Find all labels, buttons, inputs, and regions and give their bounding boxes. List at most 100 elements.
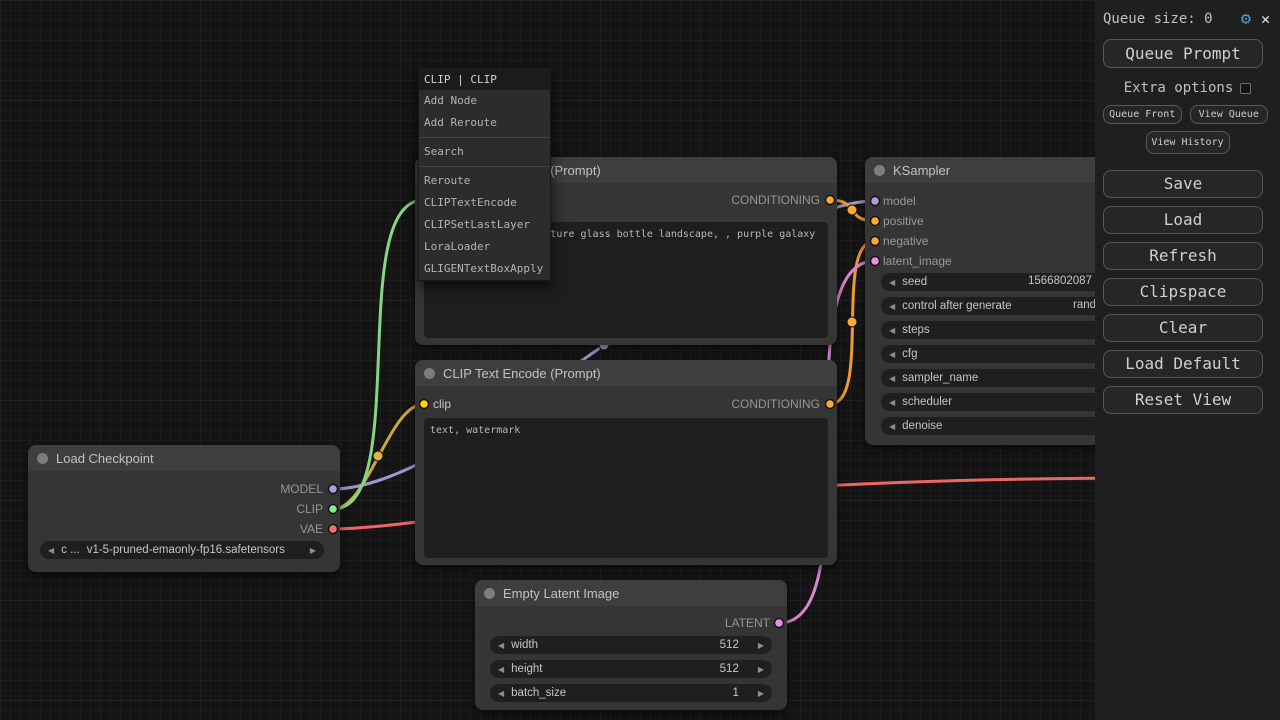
sampler-name-widget[interactable]: ◀ sampler_name — [881, 369, 1119, 387]
widget-label: cfg — [902, 348, 917, 360]
widget-label: control after generate — [902, 300, 1011, 312]
height-widget[interactable]: ◀ height 512 ▶ — [490, 660, 772, 678]
extra-options-label: Extra options — [1124, 80, 1234, 96]
link-midpoint-dot — [847, 205, 857, 215]
clear-button[interactable]: Clear — [1103, 314, 1263, 342]
menu-separator — [419, 166, 550, 167]
widget-label: width — [511, 639, 538, 651]
node-clip-text-encode-negative[interactable]: CLIP Text Encode (Prompt) clip CONDITION… — [415, 360, 837, 565]
slot-label-vae: VAE — [300, 521, 323, 537]
widget-value: 1 — [732, 687, 738, 699]
node-title-bar[interactable]: Empty Latent Image — [475, 580, 787, 606]
cfg-widget[interactable]: ◀ cfg — [881, 345, 1119, 363]
node-title-bar[interactable]: CLIP Text Encode (Prompt) — [415, 360, 837, 386]
node-title: KSampler — [893, 163, 950, 178]
node-load-checkpoint[interactable]: Load Checkpoint MODEL CLIP VAE ◀ c ... v… — [28, 445, 340, 572]
reset-view-button[interactable]: Reset View — [1103, 386, 1263, 414]
decrement-arrow-icon[interactable]: ◀ — [889, 350, 895, 359]
denoise-widget[interactable]: ◀ denoise — [881, 417, 1119, 435]
slot-label-conditioning: CONDITIONING — [731, 192, 820, 208]
steps-widget[interactable]: ◀ steps — [881, 321, 1119, 339]
scheduler-widget[interactable]: ◀ scheduler — [881, 393, 1119, 411]
wire-clip — [333, 404, 424, 509]
decrement-arrow-icon[interactable]: ◀ — [889, 278, 895, 287]
decrement-arrow-icon[interactable]: ◀ — [498, 665, 504, 674]
node-title: Empty Latent Image — [503, 586, 619, 601]
slot-label-model-input: model — [883, 193, 916, 209]
menu-item-gligentextboxapply[interactable]: GLIGENTextBoxApply — [419, 258, 550, 280]
clipspace-button[interactable]: Clipspace — [1103, 278, 1263, 306]
widget-value: v1-5-pruned-emaonly-fp16.safetensors — [87, 544, 285, 556]
node-title-bar[interactable]: Load Checkpoint — [28, 445, 340, 471]
widget-label: denoise — [902, 420, 942, 432]
menu-item-search[interactable]: Search — [419, 141, 550, 163]
slot-label-positive-input: positive — [883, 213, 924, 229]
widget-label: sampler_name — [902, 372, 978, 384]
ckpt-name-widget[interactable]: ◀ c ... v1-5-pruned-emaonly-fp16.safeten… — [40, 541, 324, 559]
node-collapse-dot[interactable] — [37, 453, 48, 464]
slot-label-conditioning: CONDITIONING — [731, 396, 820, 412]
control-after-generate-widget[interactable]: ◀ control after generate randomize — [881, 297, 1119, 315]
link-release-context-menu: CLIP | CLIP Add Node Add Reroute Search … — [418, 68, 551, 281]
decrement-arrow-icon[interactable]: ◀ — [889, 302, 895, 311]
node-graph-canvas[interactable]: Load Checkpoint MODEL CLIP VAE ◀ c ... v… — [0, 0, 1280, 720]
settings-gear-icon[interactable]: ⚙ — [1241, 9, 1251, 29]
decrement-arrow-icon[interactable]: ◀ — [889, 422, 895, 431]
queue-front-button[interactable]: Queue Front — [1103, 105, 1182, 124]
load-default-button[interactable]: Load Default — [1103, 350, 1263, 378]
increment-arrow-icon[interactable]: ▶ — [310, 546, 316, 555]
decrement-arrow-icon[interactable]: ◀ — [498, 641, 504, 650]
decrement-arrow-icon[interactable]: ◀ — [498, 689, 504, 698]
slot-label-model: MODEL — [280, 481, 323, 497]
load-button[interactable]: Load — [1103, 206, 1263, 234]
width-widget[interactable]: ◀ width 512 ▶ — [490, 636, 772, 654]
menu-item-loraloader[interactable]: LoraLoader — [419, 236, 550, 258]
node-title: Load Checkpoint — [56, 451, 154, 466]
widget-label: height — [511, 663, 542, 675]
slot-label-latent-image-input: latent_image — [883, 253, 952, 269]
node-collapse-dot[interactable] — [484, 588, 495, 599]
node-title: CLIP Text Encode (Prompt) — [443, 366, 601, 381]
widget-label: seed — [902, 276, 927, 288]
menu-item-cliptextencode[interactable]: CLIPTextEncode — [419, 192, 550, 214]
increment-arrow-icon[interactable]: ▶ — [758, 689, 764, 698]
decrement-arrow-icon[interactable]: ◀ — [889, 398, 895, 407]
node-empty-latent-image[interactable]: Empty Latent Image LATENT ◀ width 512 ▶ … — [475, 580, 787, 710]
extra-options-checkbox[interactable] — [1240, 83, 1251, 94]
link-midpoint-dot — [373, 451, 383, 461]
batch-size-widget[interactable]: ◀ batch_size 1 ▶ — [490, 684, 772, 702]
refresh-button[interactable]: Refresh — [1103, 242, 1263, 270]
slot-label-clip: CLIP — [296, 501, 323, 517]
widget-label: c ... — [61, 544, 80, 556]
menu-item-reroute[interactable]: Reroute — [419, 170, 550, 192]
increment-arrow-icon[interactable]: ▶ — [758, 641, 764, 650]
node-collapse-dot[interactable] — [874, 165, 885, 176]
decrement-arrow-icon[interactable]: ◀ — [889, 374, 895, 383]
menu-item-add-reroute[interactable]: Add Reroute — [419, 112, 550, 134]
view-queue-button[interactable]: View Queue — [1190, 105, 1269, 124]
node-collapse-dot[interactable] — [424, 368, 435, 379]
node-title-bar[interactable]: KSampler — [865, 157, 1125, 183]
comfy-menu-panel: Queue size: 0 ⚙ ✕ Queue Prompt Extra opt… — [1095, 0, 1280, 720]
widget-value: 512 — [720, 663, 739, 675]
link-midpoint-dot — [847, 317, 857, 327]
slot-label-latent: LATENT — [725, 615, 770, 631]
view-history-button[interactable]: View History — [1146, 131, 1230, 154]
queue-size-label: Queue size: 0 — [1103, 11, 1241, 27]
context-menu-title: CLIP | CLIP — [419, 69, 550, 90]
queue-prompt-button[interactable]: Queue Prompt — [1103, 39, 1263, 68]
seed-widget[interactable]: ◀ seed 1566802087 — [881, 273, 1119, 291]
close-icon[interactable]: ✕ — [1261, 10, 1270, 28]
widget-label: batch_size — [511, 687, 566, 699]
widget-label: steps — [902, 324, 930, 336]
save-button[interactable]: Save — [1103, 170, 1263, 198]
increment-arrow-icon[interactable]: ▶ — [758, 665, 764, 674]
menu-item-add-node[interactable]: Add Node — [419, 90, 550, 112]
decrement-arrow-icon[interactable]: ◀ — [889, 326, 895, 335]
prompt-text-area[interactable]: text, watermark — [424, 418, 828, 558]
slot-label-clip-input: clip — [433, 396, 451, 412]
decrement-arrow-icon[interactable]: ◀ — [48, 546, 54, 555]
node-ksampler[interactable]: KSampler model positive negative latent_… — [865, 157, 1125, 445]
widget-value: 512 — [720, 639, 739, 651]
menu-item-clipsetlastlayer[interactable]: CLIPSetLastLayer — [419, 214, 550, 236]
